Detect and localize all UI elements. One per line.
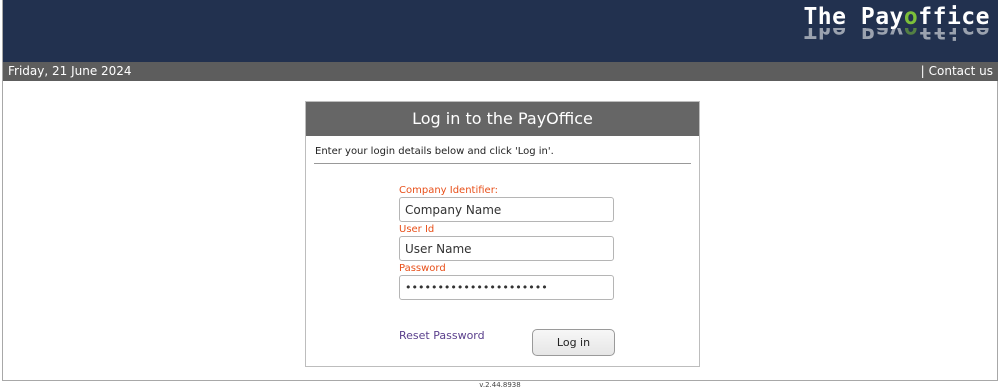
login-instructions: Enter your login details below and click… <box>315 146 554 157</box>
logo-text-accent: o <box>903 4 919 30</box>
logo-text-pre: The Pay <box>803 4 904 30</box>
logo-text-post: ffice <box>918 4 990 30</box>
payoffice-logo: The Payoffice <box>803 4 990 30</box>
password-input[interactable] <box>399 275 614 300</box>
user-id-input[interactable] <box>399 236 614 261</box>
info-bar: Friday, 21 June 2024 | Contact us <box>3 62 998 81</box>
login-title: Log in to the PayOffice <box>306 102 699 136</box>
version-label: v.2.44.8938 <box>479 381 521 389</box>
page-frame: The Payoffice The Payoffice Friday, 21 J… <box>2 0 998 381</box>
reset-password-link[interactable]: Reset Password <box>399 329 485 342</box>
site-header: The Payoffice The Payoffice <box>3 0 998 62</box>
password-label: Password <box>399 263 446 274</box>
login-button[interactable]: Log in <box>532 329 615 356</box>
separator: | <box>920 64 925 78</box>
user-id-label: User Id <box>399 224 435 235</box>
login-form: Company Identifier: User Id Password <box>399 185 619 302</box>
logo-reflection: The Payoffice <box>803 28 990 42</box>
login-panel: Log in to the PayOffice Enter your login… <box>305 101 700 367</box>
contact-us-link[interactable]: | Contact us <box>921 62 993 81</box>
company-identifier-input[interactable] <box>399 197 614 222</box>
current-date: Friday, 21 June 2024 <box>8 64 132 78</box>
contact-us-label: Contact us <box>928 64 993 78</box>
company-identifier-label: Company Identifier: <box>399 185 498 196</box>
divider <box>314 163 691 164</box>
